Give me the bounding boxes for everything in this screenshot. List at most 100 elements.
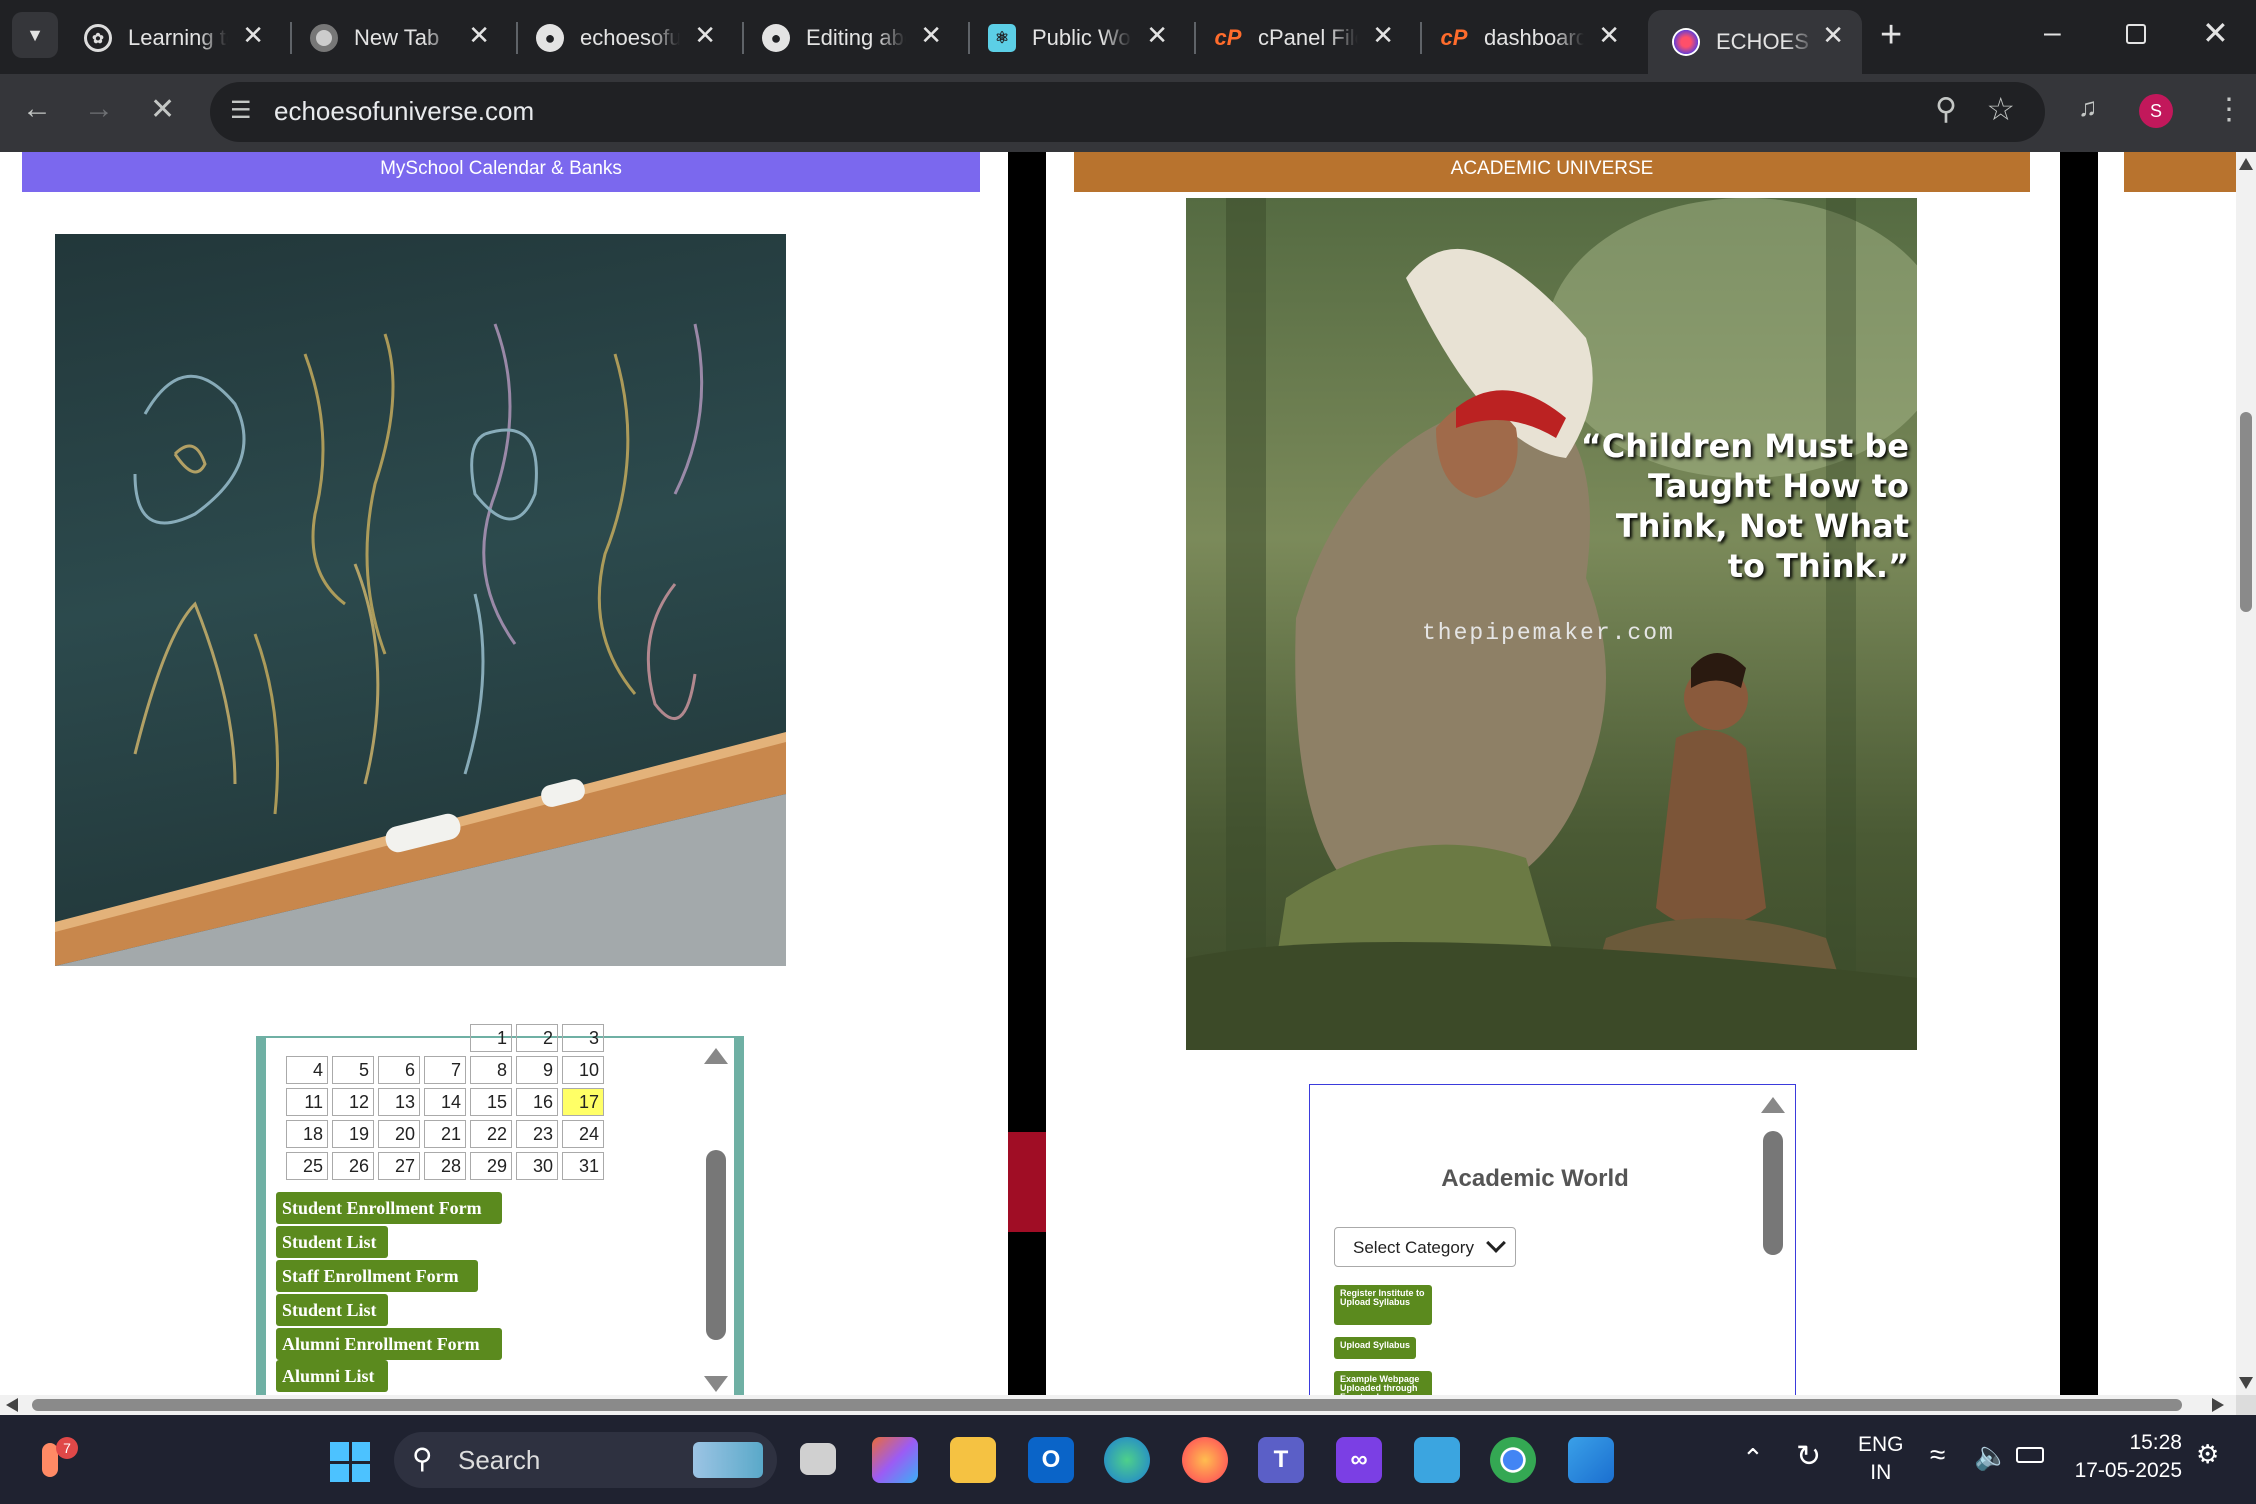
scroll-up-arrow-icon[interactable] [2239, 158, 2253, 170]
clock[interactable]: 15:28 17-05-2025 [2060, 1429, 2182, 1485]
school-link-button[interactable]: Student List [276, 1226, 388, 1258]
school-link-button[interactable]: Staff Enrollment Form [276, 1260, 478, 1292]
widget-scrollbar[interactable] [1755, 1085, 1795, 1395]
close-tab-icon[interactable]: ✕ [1146, 20, 1168, 51]
sync-icon[interactable]: ↻ [1796, 1439, 1821, 1474]
calendar-day[interactable]: 29 [470, 1152, 512, 1180]
bookmark-star-icon[interactable]: ☆ [1986, 90, 2015, 128]
scroll-down-arrow-icon[interactable] [704, 1376, 728, 1392]
volume-icon[interactable]: 🔈 [1974, 1439, 2009, 1472]
close-tab-icon[interactable]: ✕ [920, 20, 942, 51]
calendar-day[interactable]: 5 [332, 1056, 374, 1084]
notepad-icon[interactable] [1414, 1437, 1460, 1483]
browser-tab[interactable]: cP dashboard ✕ [1416, 10, 1638, 66]
notification-center-icon[interactable]: ⚙ [2196, 1439, 2219, 1470]
chevron-up-icon[interactable]: ⌃ [1742, 1443, 1764, 1474]
calendar-day[interactable]: 21 [424, 1120, 466, 1148]
outlook-icon[interactable]: O [1028, 1437, 1074, 1483]
teams-icon[interactable]: T [1258, 1437, 1304, 1483]
calendar-day[interactable]: 15 [470, 1088, 512, 1116]
battery-icon[interactable] [2016, 1447, 2044, 1463]
url-text[interactable]: echoesofuniverse.com [274, 96, 534, 127]
wifi-icon[interactable]: ≈ [1930, 1439, 1945, 1471]
school-link-button[interactable]: Alumni Enrollment Form [276, 1328, 502, 1360]
language-indicator[interactable]: ENG IN [1858, 1431, 1904, 1487]
calendar-day[interactable]: 18 [286, 1120, 328, 1148]
back-icon[interactable]: ← [22, 92, 52, 126]
minimize-icon[interactable]: – [2044, 16, 2061, 50]
calendar-day[interactable]: 4 [286, 1056, 328, 1084]
scroll-left-arrow-icon[interactable] [6, 1398, 18, 1412]
close-tab-icon[interactable]: ✕ [1598, 20, 1620, 51]
browser-tab[interactable]: New Tab ✕ [286, 10, 508, 66]
restore-icon[interactable] [2126, 24, 2146, 44]
calendar-day[interactable]: 3 [562, 1024, 604, 1052]
chrome-icon[interactable] [1490, 1437, 1536, 1483]
scroll-down-arrow-icon[interactable] [2239, 1377, 2253, 1389]
windows-start-icon[interactable] [330, 1442, 370, 1482]
school-link-button[interactable]: Student List [276, 1294, 388, 1326]
calendar-day[interactable]: 17 [562, 1088, 604, 1116]
calendar-day[interactable]: 11 [286, 1088, 328, 1116]
browser-tab[interactable]: ✿ Learning to ✕ [60, 10, 282, 66]
calendar-day[interactable]: 19 [332, 1120, 374, 1148]
calendar-day[interactable]: 2 [516, 1024, 558, 1052]
more-menu-icon[interactable]: ⋮ [2214, 92, 2244, 127]
calendar-day[interactable]: 16 [516, 1088, 558, 1116]
school-link-button[interactable]: Student Enrollment Form [276, 1192, 502, 1224]
upload-syllabus-button[interactable]: Upload Syllabus [1334, 1337, 1417, 1359]
scroll-thumb[interactable] [1763, 1131, 1783, 1255]
calendar-day[interactable]: 1 [470, 1024, 512, 1052]
close-window-icon[interactable]: ✕ [2202, 14, 2229, 52]
app-icon[interactable]: ∞ [1336, 1437, 1382, 1483]
scroll-thumb[interactable] [706, 1150, 726, 1340]
calendar-day[interactable]: 20 [378, 1120, 420, 1148]
new-tab-button[interactable]: + [1880, 14, 1902, 57]
calendar-day[interactable]: 30 [516, 1152, 558, 1180]
calendar-day[interactable]: 26 [332, 1152, 374, 1180]
calendar-day[interactable]: 27 [378, 1152, 420, 1180]
page-horizontal-scrollbar[interactable] [0, 1395, 2236, 1415]
register-institute-button[interactable]: Register Institute to Upload Syllabus [1334, 1285, 1432, 1325]
close-tab-icon[interactable]: ✕ [694, 20, 716, 51]
copilot-icon[interactable] [872, 1437, 918, 1483]
forward-icon[interactable]: → [84, 92, 114, 126]
browser-tab[interactable]: cP cPanel File ✕ [1190, 10, 1412, 66]
weather-widget-icon[interactable]: 7 [36, 1437, 78, 1483]
edge-icon[interactable] [1104, 1437, 1150, 1483]
close-tab-icon[interactable]: ✕ [1822, 20, 1844, 51]
calendar-day[interactable]: 22 [470, 1120, 512, 1148]
calendar-day[interactable]: 24 [562, 1120, 604, 1148]
avatar[interactable]: S [2139, 94, 2173, 128]
close-tab-icon[interactable]: ✕ [242, 20, 264, 51]
scroll-up-arrow-icon[interactable] [1761, 1097, 1785, 1113]
calendar-day[interactable]: 28 [424, 1152, 466, 1180]
browser-tab[interactable]: ⚛ Public Wor ✕ [964, 10, 1186, 66]
media-control-icon[interactable]: ♫ [2078, 92, 2098, 123]
page-vertical-scrollbar[interactable] [2236, 152, 2256, 1395]
close-tab-icon[interactable]: ✕ [1372, 20, 1394, 51]
address-bar[interactable]: ☰ echoesofuniverse.com ⚲ ☆ [210, 82, 2045, 142]
tab-search-dropdown-button[interactable]: ▼ [12, 12, 58, 58]
photos-icon[interactable] [1568, 1437, 1614, 1483]
calendar-day[interactable]: 6 [378, 1056, 420, 1084]
close-tab-icon[interactable]: ✕ [468, 20, 490, 51]
category-select[interactable]: Select Category [1334, 1227, 1516, 1267]
scroll-right-arrow-icon[interactable] [2212, 1398, 2224, 1412]
calendar-day[interactable]: 8 [470, 1056, 512, 1084]
calendar-day[interactable]: 23 [516, 1120, 558, 1148]
calendar-day[interactable]: 12 [332, 1088, 374, 1116]
stop-loading-icon[interactable]: ✕ [150, 92, 175, 127]
browser-tab-active[interactable]: ECHOES O ✕ [1648, 10, 1862, 74]
firefox-icon[interactable] [1182, 1437, 1228, 1483]
calendar-day[interactable]: 31 [562, 1152, 604, 1180]
browser-tab[interactable]: ● Editing abo ✕ [738, 10, 960, 66]
calendar-scrollbar[interactable] [692, 1038, 734, 1395]
file-explorer-icon[interactable] [950, 1437, 996, 1483]
calendar-day[interactable]: 10 [562, 1056, 604, 1084]
taskbar-search[interactable]: ⚲ Search [394, 1432, 777, 1488]
calendar-day[interactable]: 14 [424, 1088, 466, 1116]
scroll-thumb[interactable] [2240, 412, 2252, 612]
browser-tab[interactable]: ● echoesofur ✕ [512, 10, 734, 66]
task-view-icon[interactable] [800, 1443, 836, 1475]
